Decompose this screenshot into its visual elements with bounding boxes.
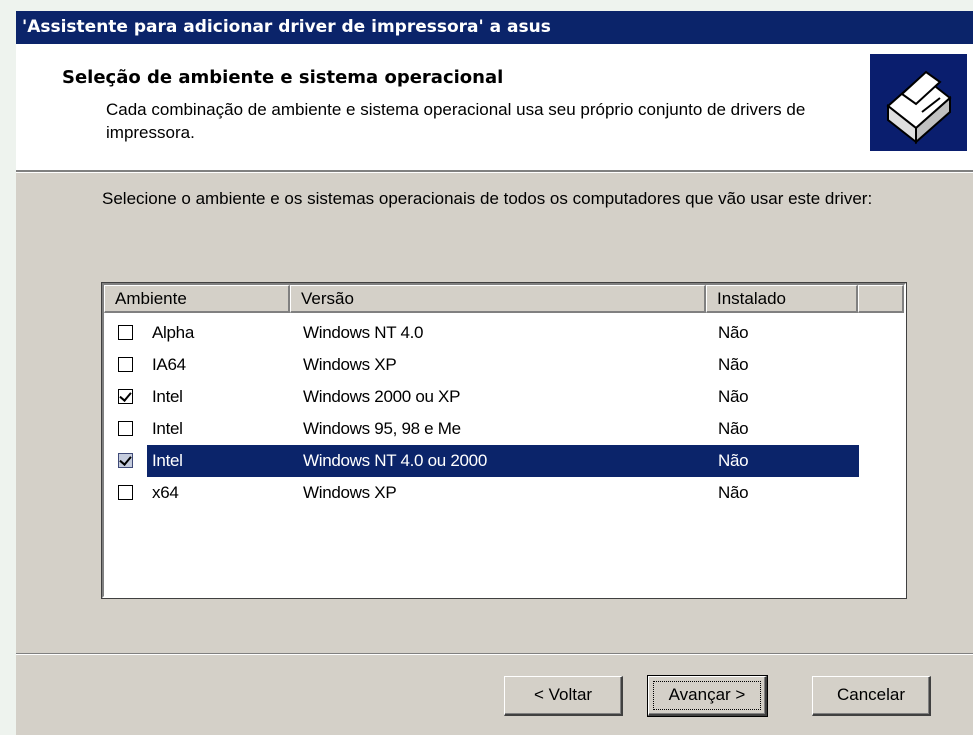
cell-versao: Windows XP [303,483,397,502]
cell-versao: Windows XP [303,355,397,374]
column-header-versao[interactable]: Versão [290,285,706,313]
cell-versao: Windows 2000 ou XP [303,387,461,406]
header-title: Seleção de ambiente e sistema operaciona… [62,67,504,88]
column-header-ambiente[interactable]: Ambiente [104,285,290,313]
list-header: Ambiente Versão Instalado [104,285,904,313]
row-checkbox[interactable] [118,421,133,436]
focus-rect [653,681,761,710]
cell-instalado: Não [718,387,749,406]
cell-versao: Windows 95, 98 e Me [303,419,461,438]
cell-instalado: Não [718,483,749,502]
cell-versao: Windows NT 4.0 ou 2000 [303,451,487,470]
cell-instalado: Não [718,323,749,342]
next-button[interactable]: Avançar > [647,675,768,717]
title-bar[interactable]: 'Assistente para adicionar driver de imp… [16,11,973,44]
cell-ambiente: Intel [152,387,183,406]
cell-ambiente: Intel [152,451,183,470]
cell-versao: Windows NT 4.0 [303,323,424,342]
column-header-instalado[interactable]: Instalado [706,285,858,313]
printer-icon [870,54,967,151]
footer-divider [16,653,973,655]
header-description: Cada combinação de ambiente e sistema op… [106,100,806,142]
desktop-background [0,0,16,735]
list-row[interactable]: Intel Windows NT 4.0 ou 2000 Não [104,445,859,477]
row-checkbox[interactable] [118,453,133,468]
row-checkbox[interactable] [118,325,133,340]
list-row[interactable]: Intel Windows 2000 ou XP Não [104,381,859,413]
list-row[interactable]: Alpha Windows NT 4.0 Não [104,317,859,349]
list-row[interactable]: x64 Windows XP Não [104,477,859,509]
back-button[interactable]: < Voltar [504,676,623,716]
instruction-text: Selecione o ambiente e os sistemas opera… [102,189,873,208]
cancel-button[interactable]: Cancelar [812,676,931,716]
cell-ambiente: Intel [152,419,183,438]
cell-instalado: Não [718,451,749,470]
row-checkbox[interactable] [118,389,133,404]
row-checkbox[interactable] [118,357,133,372]
header-divider [16,170,973,173]
column-header-filler [858,285,904,313]
cell-instalado: Não [718,419,749,438]
wizard-header: Seleção de ambiente e sistema operaciona… [16,44,973,170]
list-row[interactable]: Intel Windows 95, 98 e Me Não [104,413,859,445]
row-checkbox[interactable] [118,485,133,500]
cell-instalado: Não [718,355,749,374]
cell-ambiente: Alpha [152,323,194,342]
cell-ambiente: x64 [152,483,179,502]
environment-list[interactable]: Ambiente Versão Instalado Alpha Windows … [101,282,907,599]
wizard-window: 'Assistente para adicionar driver de imp… [16,11,973,735]
selection-highlight [147,445,859,477]
list-row[interactable]: IA64 Windows XP Não [104,349,859,381]
cell-ambiente: IA64 [152,355,186,374]
